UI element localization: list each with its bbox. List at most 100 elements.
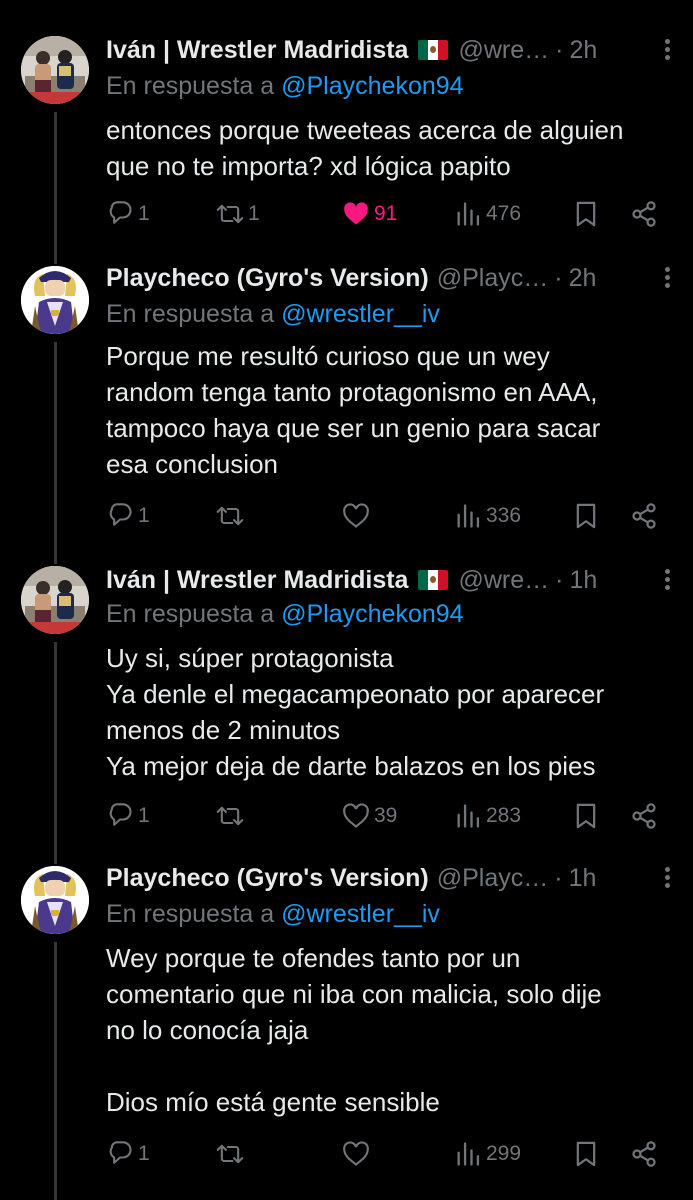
author-name[interactable]: Playcheco (Gyro's Version) bbox=[106, 864, 429, 893]
reply-count: 1 bbox=[138, 504, 150, 527]
bookmark-icon bbox=[576, 201, 596, 227]
reply-button[interactable]: 1 bbox=[106, 498, 150, 534]
share-icon bbox=[632, 201, 656, 227]
reply-mention-link[interactable]: @Playchekon94 bbox=[281, 72, 463, 100]
heart-icon bbox=[343, 503, 369, 528]
like-button[interactable] bbox=[342, 498, 374, 534]
tweet[interactable]: Iván | Wrestler Madridista @wre… · 2h En… bbox=[0, 0, 693, 250]
share-icon bbox=[632, 503, 656, 529]
reply-icon bbox=[109, 1141, 132, 1164]
retweet-icon bbox=[216, 1144, 244, 1164]
retweet-count: 1 bbox=[248, 202, 260, 225]
bookmark-icon bbox=[576, 503, 596, 529]
bookmark-icon bbox=[576, 1141, 596, 1167]
separator-dot: · bbox=[555, 565, 564, 594]
reply-context: En respuesta a @Playchekon94 bbox=[106, 72, 464, 101]
bookmark-button[interactable] bbox=[572, 798, 600, 834]
author-name[interactable]: Playcheco (Gyro's Version) bbox=[106, 264, 429, 293]
share-button[interactable] bbox=[630, 1136, 658, 1172]
reply-icon bbox=[109, 201, 132, 224]
views-button[interactable]: 283 bbox=[454, 798, 521, 834]
bookmark-button[interactable] bbox=[572, 1136, 600, 1172]
share-icon bbox=[632, 1141, 656, 1167]
reply-count: 1 bbox=[138, 1142, 150, 1165]
author-handle[interactable]: @wre… bbox=[458, 36, 549, 65]
avatar[interactable] bbox=[21, 866, 89, 934]
more-options-icon[interactable] bbox=[661, 566, 673, 594]
bookmark-button[interactable] bbox=[572, 498, 600, 534]
retweet-button[interactable] bbox=[216, 1136, 248, 1172]
views-count: 336 bbox=[486, 504, 522, 527]
avatar[interactable] bbox=[21, 266, 89, 334]
author-handle[interactable]: @wre… bbox=[458, 566, 549, 595]
reply-context: En respuesta a @wrestler__iv bbox=[106, 300, 440, 329]
views-button[interactable]: 336 bbox=[454, 498, 521, 534]
tweet-time[interactable]: 2h bbox=[569, 36, 597, 65]
share-icon bbox=[632, 803, 656, 829]
reply-mention-link[interactable]: @Playchekon94 bbox=[281, 600, 463, 628]
reply-icon bbox=[109, 503, 132, 526]
reply-label: En respuesta a bbox=[106, 72, 275, 100]
reply-count: 1 bbox=[138, 202, 150, 225]
retweet-icon bbox=[216, 204, 244, 224]
mexico-flag-icon bbox=[418, 570, 449, 590]
author-handle[interactable]: @Playc… bbox=[437, 264, 549, 293]
retweet-button[interactable] bbox=[216, 798, 248, 834]
tweet[interactable]: Iván | Wrestler Madridista @wre… · 1h En… bbox=[0, 550, 693, 850]
bookmark-icon bbox=[576, 803, 596, 829]
views-chart-icon bbox=[457, 504, 480, 528]
tweet-text: Uy si, súper protagonista Ya denle el me… bbox=[106, 643, 605, 781]
tweet[interactable]: Playcheco (Gyro's Version) @Playc… · 2h … bbox=[0, 250, 693, 550]
heart-filled-icon bbox=[344, 202, 368, 225]
like-button[interactable]: 91 bbox=[342, 196, 397, 232]
retweet-icon bbox=[216, 806, 244, 826]
reply-label: En respuesta a bbox=[106, 600, 275, 628]
tweet-time[interactable]: 1h bbox=[569, 864, 597, 893]
views-chart-icon bbox=[457, 1142, 480, 1166]
heart-icon bbox=[343, 1141, 369, 1166]
reply-button[interactable]: 1 bbox=[106, 1136, 150, 1172]
share-button[interactable] bbox=[630, 196, 658, 232]
more-options-icon[interactable] bbox=[661, 36, 673, 64]
views-button[interactable]: 476 bbox=[454, 196, 521, 232]
views-count: 299 bbox=[486, 1142, 522, 1165]
action-bar: 1 299 bbox=[106, 1136, 666, 1172]
action-bar: 1 336 bbox=[106, 498, 666, 534]
reply-button[interactable]: 1 bbox=[106, 798, 150, 834]
views-button[interactable]: 299 bbox=[454, 1136, 521, 1172]
like-count: 91 bbox=[374, 202, 398, 225]
tweet[interactable]: Playcheco (Gyro's Version) @Playc… · 1h … bbox=[0, 850, 693, 1200]
reply-mention-link[interactable]: @wrestler__iv bbox=[281, 900, 440, 928]
reply-context: En respuesta a @wrestler__iv bbox=[106, 900, 440, 929]
tweet-text: Wey porque te ofendes tanto por un comen… bbox=[106, 943, 602, 1117]
author-name[interactable]: Iván | Wrestler Madridista bbox=[106, 36, 408, 65]
tweet-time[interactable]: 1h bbox=[569, 566, 597, 595]
reply-label: En respuesta a bbox=[106, 900, 275, 928]
reply-context: En respuesta a @Playchekon94 bbox=[106, 600, 464, 629]
reply-button[interactable]: 1 bbox=[106, 196, 150, 232]
like-button[interactable]: 39 bbox=[342, 798, 397, 834]
retweet-button[interactable]: 1 bbox=[216, 196, 260, 232]
reply-mention-link[interactable]: @wrestler__iv bbox=[281, 300, 440, 328]
separator-dot: · bbox=[554, 863, 563, 892]
like-button[interactable] bbox=[342, 1136, 374, 1172]
more-options-icon[interactable] bbox=[661, 264, 673, 292]
separator-dot: · bbox=[555, 35, 564, 64]
like-count: 39 bbox=[374, 804, 398, 827]
reply-label: En respuesta a bbox=[106, 300, 275, 328]
views-chart-icon bbox=[457, 804, 480, 828]
reply-count: 1 bbox=[138, 804, 150, 827]
avatar[interactable] bbox=[21, 566, 89, 634]
views-count: 283 bbox=[486, 804, 522, 827]
author-handle[interactable]: @Playc… bbox=[437, 864, 549, 893]
views-chart-icon bbox=[457, 202, 480, 226]
more-options-icon[interactable] bbox=[661, 864, 673, 892]
share-button[interactable] bbox=[630, 498, 658, 534]
retweet-button[interactable] bbox=[216, 498, 248, 534]
author-name[interactable]: Iván | Wrestler Madridista bbox=[106, 566, 408, 595]
share-button[interactable] bbox=[630, 798, 658, 834]
bookmark-button[interactable] bbox=[572, 196, 600, 232]
tweet-time[interactable]: 2h bbox=[569, 264, 597, 293]
avatar[interactable] bbox=[21, 36, 89, 104]
retweet-icon bbox=[216, 506, 244, 526]
